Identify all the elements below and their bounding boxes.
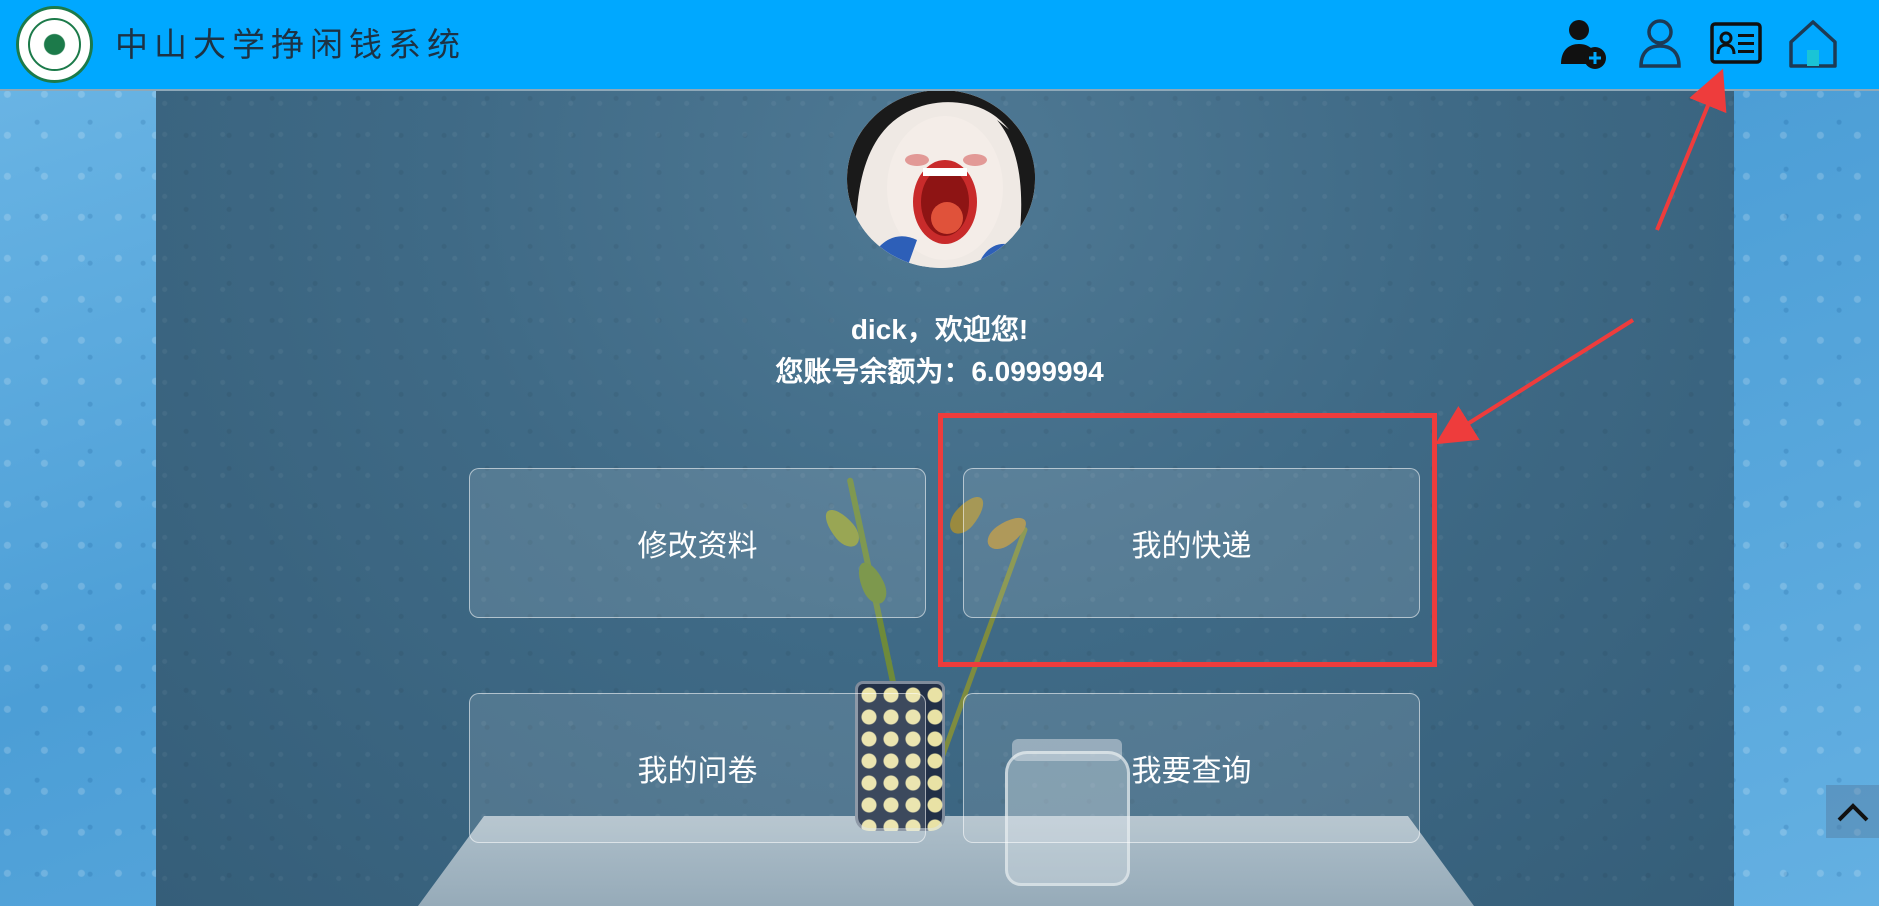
user-icon[interactable] xyxy=(1632,16,1688,72)
home-icon[interactable] xyxy=(1785,16,1841,72)
account-balance: 您账号余额为：6.0999994 xyxy=(775,356,1104,387)
my-delivery-button[interactable]: 我的快递 xyxy=(963,468,1420,618)
register-user-icon[interactable] xyxy=(1555,16,1611,72)
top-navigation-bar: 中山大学挣闲钱系统 xyxy=(0,0,1879,91)
university-logo[interactable] xyxy=(16,6,93,83)
welcome-message: dick，欢迎您! xyxy=(850,314,1029,345)
user-avatar[interactable] xyxy=(847,90,1035,268)
search-label: 我要查询 xyxy=(1131,754,1252,789)
my-delivery-label: 我的快递 xyxy=(1131,529,1252,564)
edit-profile-button[interactable]: 修改资料 xyxy=(469,468,926,618)
id-card-icon[interactable] xyxy=(1708,16,1764,72)
logo-emblem xyxy=(28,18,81,71)
site-title: 中山大学挣闲钱系统 xyxy=(115,25,466,64)
search-button[interactable]: 我要查询 xyxy=(963,693,1420,843)
edit-profile-label: 修改资料 xyxy=(637,529,758,564)
chevron-up-icon xyxy=(1837,802,1868,821)
my-survey-label: 我的问卷 xyxy=(637,754,758,789)
scroll-to-top-button[interactable] xyxy=(1826,785,1879,838)
my-survey-button[interactable]: 我的问卷 xyxy=(469,693,926,843)
